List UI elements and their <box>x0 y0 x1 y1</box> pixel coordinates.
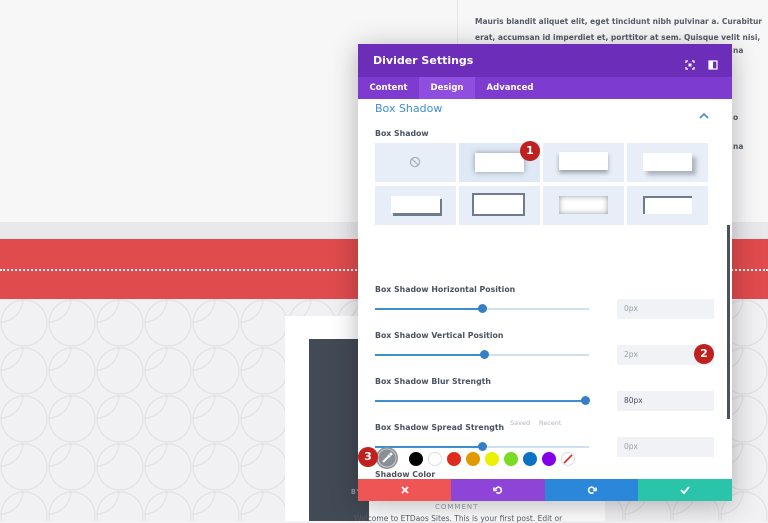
vertical-position-label: Box Shadow Vertical Position <box>375 331 504 340</box>
redo-icon <box>587 486 597 494</box>
close-icon <box>400 486 409 494</box>
shadow-preset-none[interactable] <box>375 143 456 182</box>
cancel-button[interactable] <box>358 479 451 501</box>
save-button[interactable] <box>638 479 732 501</box>
fullscreen-icon[interactable] <box>685 55 695 70</box>
swatch-reset-icon[interactable] <box>561 452 575 466</box>
blur-strength-slider[interactable] <box>375 396 590 405</box>
swatch-black[interactable] <box>409 452 423 466</box>
modal-title: Divider Settings <box>373 54 474 67</box>
section-title-box-shadow[interactable]: Box Shadow <box>375 102 442 115</box>
swatch-purple[interactable] <box>542 452 556 466</box>
tab-advanced[interactable]: Advanced <box>475 77 545 99</box>
slider-handle[interactable] <box>480 350 490 359</box>
swatch-orange[interactable] <box>466 452 480 466</box>
comment-count-label: COMMENT <box>435 503 479 511</box>
slider-fill <box>375 308 482 310</box>
horizontal-position-input[interactable] <box>617 299 714 319</box>
swatch-white[interactable] <box>428 452 442 466</box>
post-body-text: Welcome to ETDaos Sites. This is your fi… <box>354 514 563 523</box>
slider-fill <box>375 354 485 356</box>
excerpt-fragment: o <box>733 113 739 122</box>
annotation-badge-1: 1 <box>520 141 540 161</box>
excerpt-fragment: na <box>733 46 744 55</box>
sidebar-toggle-icon[interactable] <box>708 55 718 70</box>
post-excerpt: Mauris blandit aliquet elit, eget tincid… <box>475 14 765 46</box>
annotation-badge-2: 2 <box>694 344 714 364</box>
eyedropper-icon[interactable] <box>376 447 398 469</box>
settings-scrollbar[interactable] <box>727 225 730 419</box>
swatch-red[interactable] <box>447 452 461 466</box>
tab-design[interactable]: Design <box>419 77 475 99</box>
modal-header[interactable]: Divider Settings <box>358 44 732 77</box>
undo-button[interactable] <box>451 479 545 501</box>
excerpt-fragment: na <box>733 142 744 151</box>
recent-colors-label[interactable]: Recent <box>539 419 561 427</box>
slider-fill <box>375 400 585 402</box>
shadow-preset-3[interactable] <box>627 143 708 182</box>
undo-icon <box>493 486 503 494</box>
shadow-preset-5[interactable] <box>459 186 540 225</box>
blur-strength-input[interactable] <box>617 391 714 411</box>
shadow-color-swatches <box>375 444 715 474</box>
slider-handle[interactable] <box>580 396 590 405</box>
horizontal-position-label: Box Shadow Horizontal Position <box>375 285 516 294</box>
chevron-up-icon[interactable] <box>699 105 709 119</box>
horizontal-position-slider[interactable] <box>375 304 589 313</box>
settings-tabs: Content Design Advanced <box>358 77 732 99</box>
annotation-badge-3: 3 <box>358 447 378 467</box>
shadow-preset-4[interactable] <box>375 186 456 225</box>
tab-content[interactable]: Content <box>358 77 419 99</box>
spread-strength-label: Box Shadow Spread Strength <box>375 423 505 432</box>
box-shadow-presets <box>375 143 710 227</box>
swatch-blue[interactable] <box>523 452 537 466</box>
swatch-green[interactable] <box>504 452 518 466</box>
divider-settings-modal: Divider Settings Content Design Advanced… <box>358 44 732 501</box>
saved-colors-label[interactable]: Saved <box>510 419 530 427</box>
shadow-preset-6[interactable] <box>543 186 624 225</box>
vertical-position-slider[interactable] <box>375 350 589 359</box>
shadow-preset-7[interactable] <box>627 186 708 225</box>
blur-strength-label: Box Shadow Blur Strength <box>375 377 491 386</box>
swatch-yellow[interactable] <box>485 452 499 466</box>
shadow-preset-2[interactable] <box>543 143 624 182</box>
box-shadow-label: Box Shadow <box>375 129 429 138</box>
no-shadow-icon <box>409 156 421 168</box>
checkmark-icon <box>680 486 690 495</box>
redo-button[interactable] <box>545 479 638 501</box>
excerpt-line-1: Mauris blandit aliquet elit, eget tincid… <box>475 17 765 26</box>
modal-footer <box>358 479 732 501</box>
slider-handle[interactable] <box>478 304 487 313</box>
